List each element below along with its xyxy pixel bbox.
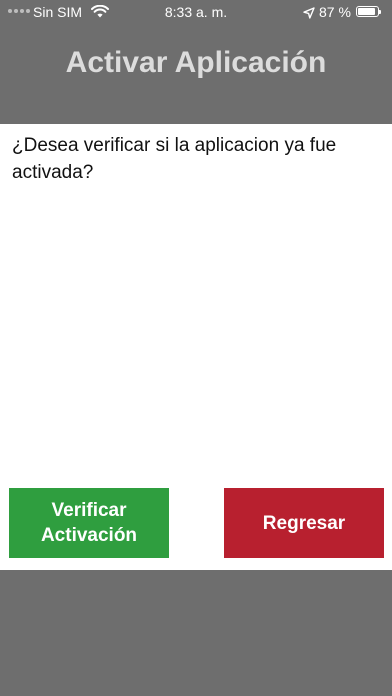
main-content: ¿Desea verificar si la aplicacion ya fue… (0, 124, 392, 570)
verification-question: ¿Desea verificar si la aplicacion ya fue… (12, 135, 337, 183)
page-title: Activar Aplicación (65, 46, 327, 79)
back-button[interactable]: Regresar (224, 488, 384, 558)
navigation-bar: Sin SIM 8:33 a. m. 87 % Activar Aplicaci… (0, 0, 392, 124)
battery-percent: 87 % (319, 4, 351, 20)
location-arrow-icon (303, 6, 315, 22)
verify-activation-button[interactable]: Verificar Activación (9, 488, 169, 558)
battery-icon (356, 6, 381, 17)
status-bar: Sin SIM 8:33 a. m. 87 % (0, 0, 392, 24)
footer-bar (0, 570, 392, 696)
